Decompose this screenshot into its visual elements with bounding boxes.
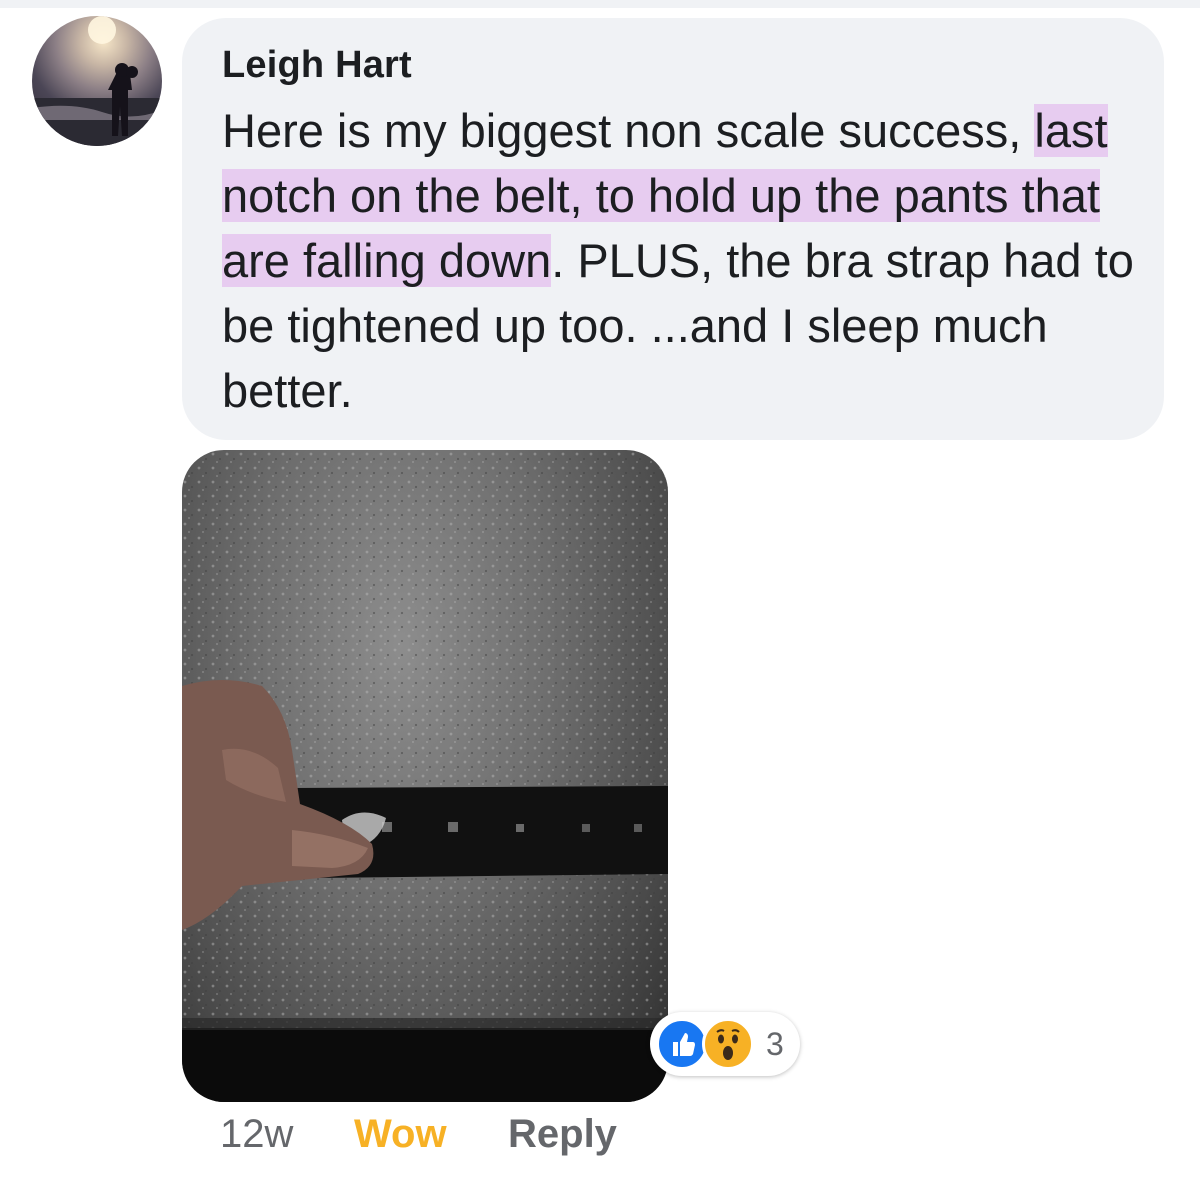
comment: Leigh Hart Here is my biggest non scale … — [0, 0, 1200, 1200]
avatar-image — [32, 16, 162, 146]
belt-photo-image — [182, 450, 668, 1102]
reaction-count: 3 — [766, 1026, 784, 1062]
like-icon — [656, 1018, 708, 1070]
avatar[interactable] — [32, 16, 162, 146]
comment-timestamp[interactable]: 12w — [220, 1112, 293, 1157]
wow-reaction-button[interactable]: Wow — [354, 1112, 447, 1157]
reactions-summary[interactable]: 3 — [650, 1012, 800, 1076]
comment-text-part-1: Here is my biggest non scale success, — [222, 104, 1035, 157]
comment-text: Here is my biggest non scale success, la… — [222, 98, 1142, 423]
wow-icon — [702, 1018, 754, 1070]
reply-button[interactable]: Reply — [508, 1112, 617, 1157]
comment-photo[interactable] — [182, 450, 668, 1102]
comment-author[interactable]: Leigh Hart — [222, 44, 412, 87]
